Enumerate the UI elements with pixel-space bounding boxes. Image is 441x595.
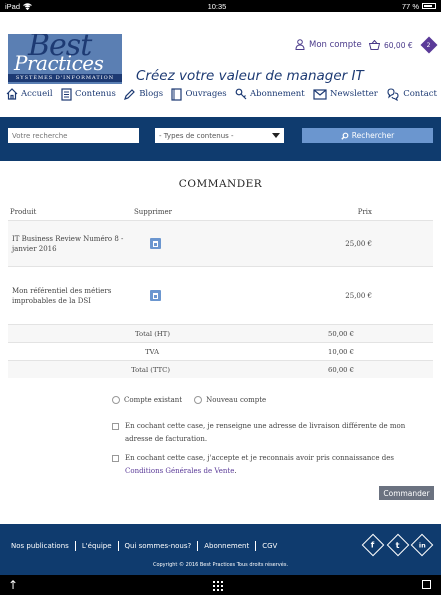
new-account-label: Nouveau compte bbox=[206, 396, 267, 404]
nav-item-abonnement[interactable]: Abonnement bbox=[235, 88, 305, 100]
delete-cell bbox=[126, 238, 184, 249]
linkedin-icon[interactable]: in bbox=[410, 533, 434, 557]
nav-item-blogs[interactable]: Blogs bbox=[124, 88, 163, 100]
nav-item-ouvrages[interactable]: Ouvrages bbox=[171, 87, 227, 101]
checkout-options: Compte existant Nouveau compte En cochan… bbox=[112, 396, 412, 478]
footer-link-cgv[interactable]: CGV bbox=[262, 542, 277, 550]
search-button[interactable]: Rechercher bbox=[302, 128, 433, 143]
existing-account-radio[interactable] bbox=[112, 396, 120, 404]
nav-item-contact[interactable]: Contact bbox=[386, 87, 437, 101]
wifi-icon bbox=[23, 2, 32, 10]
total-ttc-row: Total (TTC) 60,00 € bbox=[8, 360, 433, 378]
header-product: Produit bbox=[10, 208, 37, 216]
total-ttc-label: Total (TTC) bbox=[131, 365, 170, 374]
search-icon bbox=[341, 132, 349, 140]
content-type-select[interactable]: - Types de contenus - bbox=[155, 128, 284, 143]
twitter-icon[interactable]: t bbox=[386, 533, 410, 557]
main-nav: Accueil Contenus Blogs Ouvrages Abonneme… bbox=[6, 84, 437, 104]
footer-link-publications[interactable]: Nos publications bbox=[11, 542, 69, 550]
delete-cell bbox=[126, 290, 184, 301]
app-grid-icon[interactable] bbox=[213, 581, 223, 591]
book-icon bbox=[171, 87, 183, 101]
page-title: COMMANDER bbox=[178, 178, 263, 190]
tva-row: TVA 10,00 € bbox=[8, 342, 433, 360]
site-tagline: Créez votre valeur de manager IT bbox=[136, 68, 364, 84]
tabs-square-icon[interactable] bbox=[422, 580, 431, 589]
trash-icon[interactable] bbox=[149, 290, 161, 301]
site-logo[interactable]: Best Practices SYSTÈMES D'INFORMATION bbox=[8, 34, 122, 84]
caret-down-icon bbox=[272, 133, 280, 138]
total-ht-value: 50,00 € bbox=[328, 329, 354, 338]
header-delete: Supprimer bbox=[134, 208, 172, 216]
site-header: Best Practices SYSTÈMES D'INFORMATION Mo… bbox=[0, 12, 441, 84]
logo-subtitle: SYSTÈMES D'INFORMATION bbox=[8, 74, 122, 82]
table-row: Mon référentiel des métiers improbables … bbox=[8, 266, 433, 324]
search-button-label: Rechercher bbox=[351, 131, 395, 140]
cart-link[interactable]: 60,00 € 2 bbox=[369, 36, 438, 54]
copyright: Copyright © 2016 Best Practices Tous dro… bbox=[152, 562, 289, 568]
footer-link-equipe[interactable]: L'équipe bbox=[82, 542, 112, 550]
blog-icon bbox=[124, 89, 136, 100]
status-bar: iPad 10:35 77 % bbox=[0, 0, 441, 12]
product-name: IT Business Review Numéro 8 - janvier 20… bbox=[12, 234, 124, 253]
battery-icon bbox=[422, 3, 436, 9]
battery-percent: 77 % bbox=[401, 1, 419, 11]
tva-value: 10,00 € bbox=[328, 347, 354, 356]
total-ht-row: Total (HT) 50,00 € bbox=[8, 324, 433, 342]
content-type-selected: - Types de contenus - bbox=[159, 131, 234, 140]
share-arrow-icon[interactable]: ↑ bbox=[8, 578, 18, 592]
logo-practices-text: Practices bbox=[14, 51, 104, 75]
new-account-radio[interactable] bbox=[194, 396, 203, 404]
account-label: Mon compte bbox=[309, 39, 362, 50]
product-price: 25,00 € bbox=[345, 239, 372, 248]
search-input[interactable] bbox=[8, 128, 139, 143]
key-icon bbox=[235, 88, 247, 100]
cart-total: 60,00 € bbox=[384, 40, 413, 50]
cart-count-badge: 2 bbox=[420, 36, 438, 54]
delivery-address-text: En cochant cette case, je renseigne une … bbox=[125, 422, 406, 443]
table-row: IT Business Review Numéro 8 - janvier 20… bbox=[8, 220, 433, 266]
table-header: Produit Supprimer Prix bbox=[8, 204, 433, 220]
status-right: 77 % bbox=[402, 2, 436, 11]
search-bar: - Types de contenus - Rechercher bbox=[0, 117, 441, 161]
total-ttc-value: 60,00 € bbox=[328, 365, 354, 374]
document-icon bbox=[61, 87, 72, 101]
cgv-checkbox[interactable] bbox=[112, 455, 119, 462]
existing-account-label: Compte existant bbox=[124, 396, 183, 404]
status-time: 10:35 bbox=[207, 1, 227, 11]
cgv-option: En cochant cette case, j'accepte et je r… bbox=[112, 452, 412, 478]
device-name: iPad bbox=[5, 1, 21, 11]
account-type-radios: Compte existant Nouveau compte bbox=[112, 396, 412, 404]
product-name: Mon référentiel des métiers improbables … bbox=[12, 286, 112, 305]
browser-bottom-bar: ↑ bbox=[0, 575, 441, 595]
order-button[interactable]: Commander bbox=[379, 486, 434, 500]
nav-item-newsletter[interactable]: Newsletter bbox=[313, 88, 378, 100]
order-table: Produit Supprimer Prix IT Business Revie… bbox=[8, 204, 433, 378]
tva-label: TVA bbox=[145, 347, 159, 356]
home-icon bbox=[6, 88, 18, 100]
account-link[interactable]: Mon compte bbox=[295, 39, 362, 50]
total-ht-label: Total (HT) bbox=[135, 329, 170, 338]
nav-item-accueil[interactable]: Accueil bbox=[6, 88, 53, 100]
delivery-address-option: En cochant cette case, je renseigne une … bbox=[112, 420, 412, 446]
trash-icon[interactable] bbox=[149, 238, 161, 249]
header-price: Prix bbox=[357, 208, 372, 216]
product-price: 25,00 € bbox=[345, 291, 372, 300]
footer-link-abonnement[interactable]: Abonnement bbox=[204, 542, 249, 550]
facebook-icon[interactable]: f bbox=[361, 533, 385, 557]
contact-icon bbox=[387, 87, 399, 101]
footer-link-about[interactable]: Qui sommes-nous? bbox=[125, 542, 192, 550]
delivery-address-checkbox[interactable] bbox=[112, 423, 119, 430]
cgv-text: En cochant cette case, j'accepte et je r… bbox=[125, 454, 394, 475]
status-left: iPad bbox=[5, 2, 32, 11]
site-footer: Nos publications L'équipe Qui sommes-nou… bbox=[0, 524, 441, 575]
basket-icon bbox=[369, 40, 380, 50]
cgv-link[interactable]: Conditions Générales de Vente bbox=[125, 467, 234, 475]
nav-item-contenus[interactable]: Contenus bbox=[61, 87, 116, 101]
footer-links: Nos publications L'équipe Qui sommes-nou… bbox=[11, 541, 277, 551]
envelope-icon bbox=[313, 88, 327, 100]
user-icon bbox=[295, 39, 305, 50]
